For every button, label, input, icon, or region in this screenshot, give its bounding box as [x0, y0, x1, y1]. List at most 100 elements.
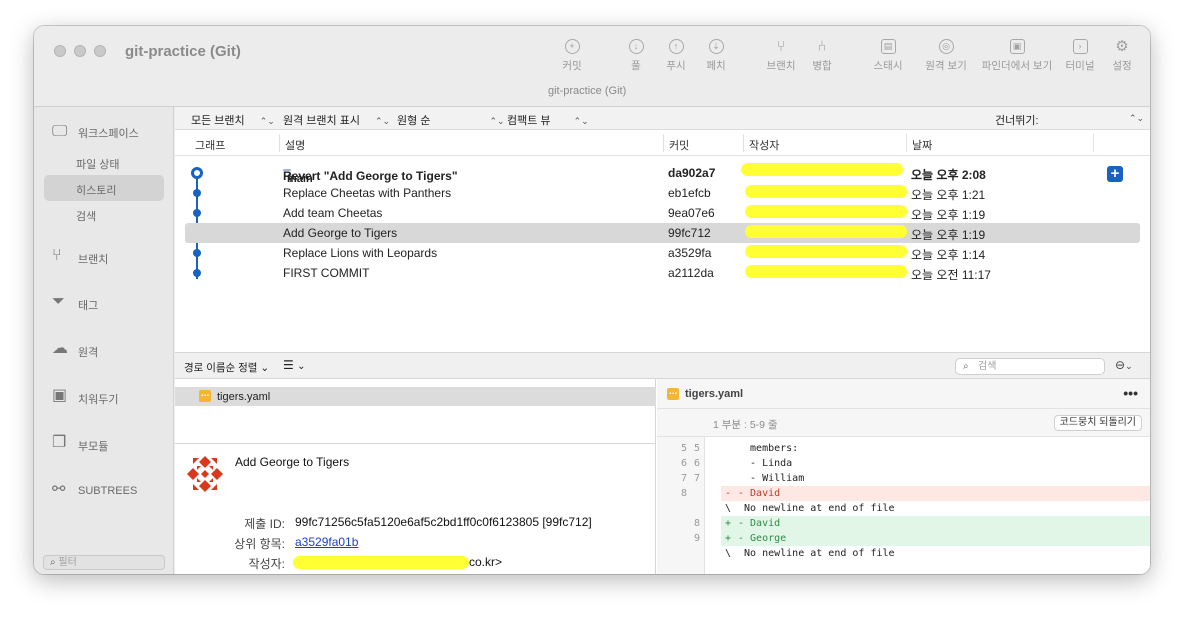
close-window-button[interactable] — [54, 45, 66, 57]
commit-row[interactable]: FIRST COMMIT a2112da 오늘 오전 11:17 — [185, 263, 1140, 283]
main-area: 모든 브랜치 ⌃⌄ 원격 브랜치 표시 ⌃⌄ 원형 순 ⌃⌄ 컴팩트 뷰 ⌃⌄ … — [175, 107, 1150, 574]
author-email-redaction — [293, 556, 469, 569]
parent-commit-link[interactable]: a3529fa01b — [295, 535, 358, 549]
app-window: git-practice (Git) git-practice (Git) + … — [34, 26, 1150, 574]
sidebar-item-submodules[interactable]: 부모듈 — [78, 438, 108, 454]
arrow-up-circle-icon: ↑ — [668, 39, 684, 54]
chevron-down-icon: ⌄ — [1125, 361, 1133, 371]
sidebar-item-remotes[interactable]: 원격 — [78, 344, 98, 360]
updown-chevron-icon: ⌃⌄ — [375, 116, 391, 126]
merge-toolbar-button[interactable]: ⑃ 병합 — [810, 39, 834, 73]
plus-circle-icon: + — [564, 39, 580, 54]
commit-message-detail: Add George to Tigers — [235, 455, 350, 469]
col-description[interactable]: 설명 — [285, 137, 305, 153]
author-redaction — [745, 245, 907, 258]
diff-line-removed: 8 -- David — [657, 486, 1150, 501]
column-divider — [743, 134, 744, 152]
fetch-icon: ⇣ — [708, 39, 724, 54]
window-title: git-practice (Git) — [125, 43, 241, 60]
search-icon: ⌕ — [963, 361, 969, 372]
sidebar-item-tags[interactable]: 태그 — [78, 297, 98, 313]
col-author[interactable]: 작성자 — [749, 137, 779, 153]
chevron-down-icon: ⌄ — [297, 361, 306, 372]
show-in-finder-toolbar-button[interactable]: ▣ 파인더에서 보기 — [980, 39, 1054, 73]
diff-line: 77 - William — [680, 473, 805, 484]
pull-toolbar-button[interactable]: ↓ 풀 — [624, 39, 648, 73]
compact-view-dropdown[interactable]: 컴팩트 뷰 ⌃⌄ — [507, 112, 589, 128]
diff-line-added: 8 + - David — [657, 516, 1150, 531]
revert-hunk-button[interactable]: 코드뭉치 되돌리기 — [1053, 415, 1142, 431]
commit-row[interactable]: Replace Lions with Leopards a3529fa 오늘 오… — [185, 243, 1140, 263]
column-divider — [1093, 134, 1094, 152]
sidebar-item-file-status[interactable]: 파일 상태 — [76, 156, 120, 172]
commit-row[interactable]: ⑂ main Revert "Add George to Tigers" da90… — [185, 163, 1140, 185]
plus-icon: + — [1110, 165, 1120, 182]
zoom-window-button[interactable] — [94, 45, 106, 57]
show-remote-toolbar-button[interactable]: ◎ 원격 보기 — [924, 39, 968, 73]
add-button[interactable]: + — [1107, 166, 1123, 182]
fetch-toolbar-button[interactable]: ⇣ 페치 — [704, 39, 728, 73]
commit-message: Add George to Tigers — [283, 226, 398, 240]
col-date[interactable]: 날짜 — [912, 137, 932, 153]
sidebar: 🖵 워크스페이스 파일 상태 히스토리 검색 ⑂ 브랜치 ⏷ 태그 ☁ 원격 ▣… — [34, 107, 174, 574]
list-view-dropdown[interactable]: ☰ ⌄ — [283, 358, 306, 372]
minimize-window-button[interactable] — [74, 45, 86, 57]
hunk-range: 1 부분 : 5-9 줄 — [713, 419, 778, 431]
commit-hash: a3529fa — [668, 246, 712, 260]
diff-line: 66 - Linda — [680, 458, 793, 469]
order-dropdown[interactable]: 원형 순 ⌃⌄ — [397, 112, 505, 128]
commit-hash: a2112da — [668, 266, 714, 280]
ellipsis-circle-icon: ⊖ — [1115, 358, 1126, 372]
search-input[interactable]: ⌕ 검색 — [955, 358, 1105, 375]
author-redaction — [745, 185, 907, 198]
branch-toolbar-button[interactable]: ⑂ 브랜치 — [764, 39, 798, 73]
merge-icon: ⑃ — [817, 38, 827, 55]
more-options-menu[interactable]: ⊖⌄ — [1115, 358, 1133, 372]
col-graph[interactable]: 그래프 — [195, 137, 225, 153]
commit-row-selected[interactable]: Add George to Tigers 99fc712 오늘 오후 1:19 — [185, 223, 1140, 243]
window-subtitle: git-practice (Git) — [548, 85, 627, 97]
history-column-header: 그래프 설명 커밋 작성자 날짜 — [175, 130, 1150, 156]
commit-date: 오늘 오전 11:17 — [911, 268, 991, 282]
sidebar-item-history[interactable]: 히스토리 — [76, 182, 116, 198]
terminal-toolbar-button[interactable]: › 터미널 — [1064, 39, 1096, 73]
hunk-header: 1 부분 : 5-9 줄 코드뭉치 되돌리기 — [657, 409, 1150, 437]
diff-line-added: 9 + - George — [657, 531, 1150, 546]
modified-file-icon: ⋯ — [667, 388, 679, 400]
sort-by-path-dropdown[interactable]: 경로 이름순 정렬 ⌄ — [184, 360, 269, 375]
commit-row[interactable]: Add team Cheetas 9ea07e6 오늘 오후 1:19 — [185, 203, 1140, 223]
sidebar-item-branches[interactable]: 브랜치 — [78, 251, 108, 267]
jump-to-dropdown[interactable]: 건너뛰기: — [995, 112, 1039, 128]
updown-chevron-icon: ⌃⌄ — [573, 116, 589, 126]
settings-toolbar-button[interactable]: ⚙ 설정 — [1110, 39, 1134, 73]
commit-detail: Add George to Tigers 제출 ID: 99fc71256c5f… — [175, 443, 655, 574]
finder-icon: ▣ — [1009, 39, 1025, 54]
sidebar-filter-field[interactable]: ⌕ 필터 — [43, 555, 165, 570]
author-label: 작성자: — [248, 557, 285, 571]
sidebar-item-subtrees[interactable]: SUBTREES — [78, 485, 137, 497]
push-toolbar-button[interactable]: ↑ 푸시 — [664, 39, 688, 73]
commit-message: Add team Cheetas — [283, 206, 383, 220]
all-branches-dropdown[interactable]: 모든 브랜치 ⌃⌄ — [191, 112, 275, 128]
sidebar-workspace-header: 워크스페이스 — [78, 128, 139, 140]
sidebar-item-stashes[interactable]: 치워두기 — [78, 391, 118, 407]
commit-hash: 9ea07e6 — [668, 206, 715, 220]
file-list-item[interactable]: ⋯ tigers.yaml — [175, 387, 656, 406]
file-name: tigers.yaml — [217, 391, 271, 403]
arrow-down-circle-icon: ↓ — [628, 39, 644, 54]
jump-updown-chevron-icon[interactable]: ⌃⌄ — [1129, 112, 1144, 124]
cloud-icon: ☁ — [52, 340, 68, 357]
commit-toolbar-button[interactable]: + 커밋 — [560, 39, 584, 73]
gear-icon: ⚙ — [1115, 38, 1129, 55]
author-email-suffix: co.kr> — [469, 555, 503, 569]
commit-row[interactable]: Replace Cheetas with Panthers eb1efcb 오늘… — [185, 183, 1140, 203]
stash-toolbar-button[interactable]: ▤ 스태시 — [872, 39, 904, 73]
author-redaction — [745, 205, 907, 218]
more-ellipsis-icon[interactable]: ••• — [1123, 385, 1138, 401]
col-commit[interactable]: 커밋 — [669, 137, 689, 153]
show-remote-branches-dropdown[interactable]: 원격 브랜치 표시 ⌃⌄ — [283, 112, 390, 128]
branch-icon: ⑂ — [776, 38, 786, 55]
sidebar-item-search[interactable]: 검색 — [76, 208, 96, 224]
diff-line: \ No newline at end of file — [725, 548, 895, 559]
chevron-down-icon: ⌄ — [260, 362, 270, 374]
